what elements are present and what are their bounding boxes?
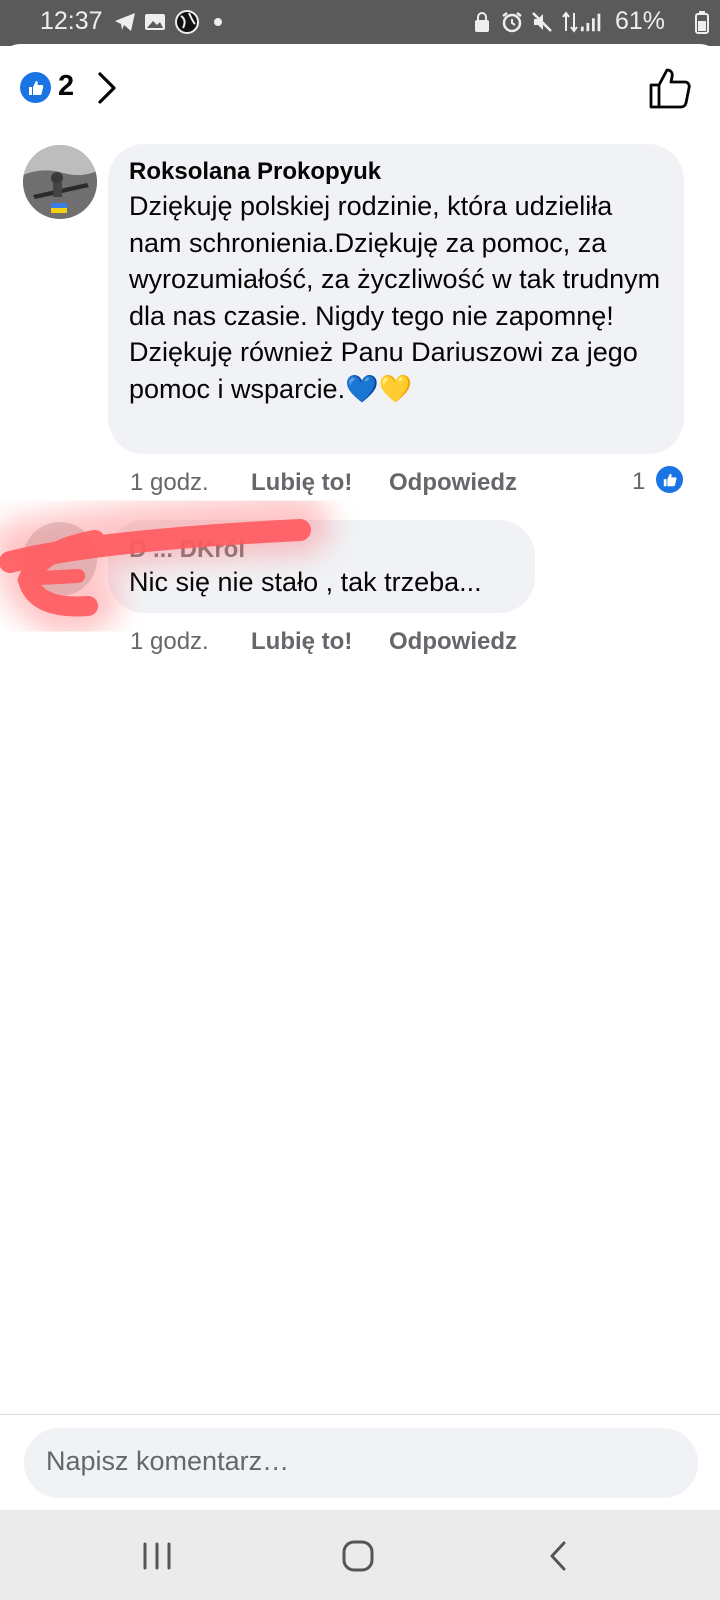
comment-input-placeholder: Napisz komentarz…: [46, 1446, 290, 1476]
reaction-count[interactable]: 2: [58, 70, 74, 103]
reactions-header: 2: [0, 44, 720, 134]
dot-icon: [206, 10, 230, 34]
data-icon: [558, 10, 582, 34]
reply-button[interactable]: Odpowiedz: [389, 628, 517, 656]
battery-percent: 61%: [615, 7, 666, 35]
status-time: 12:37: [40, 7, 103, 35]
comment-bubble: D ... DKról Nic się nie stało , tak trze…: [108, 520, 535, 613]
avatar[interactable]: [23, 145, 97, 219]
comment-input[interactable]: Napisz komentarz…: [24, 1428, 698, 1498]
comments-sheet: 2 Roksolana Prokopyuk Dziękuję polskiej …: [0, 44, 720, 1510]
avatar[interactable]: [23, 522, 97, 596]
signal-icon: [580, 10, 604, 34]
like-comment-button[interactable]: Lubię to!: [251, 469, 352, 497]
system-nav-bar: [0, 1510, 720, 1600]
lock-icon: [470, 10, 494, 34]
status-bar: 12:37 61%: [0, 0, 720, 46]
comment-bubble: Roksolana Prokopyuk Dziękuję polskiej ro…: [108, 144, 684, 454]
battery-icon: [690, 10, 714, 34]
recent-apps-icon[interactable]: [137, 1538, 177, 1574]
like-reaction-icon[interactable]: [654, 464, 685, 495]
comment-reaction-count[interactable]: 1: [632, 468, 645, 496]
telegram-icon: [113, 10, 137, 34]
comment-text: Nic się nie stało , tak trzeba...: [129, 567, 482, 597]
like-reaction-icon[interactable]: [20, 72, 51, 103]
back-icon[interactable]: [540, 1538, 580, 1574]
comment-author[interactable]: D ... DKról: [129, 536, 245, 564]
comment-time: 1 godz.: [130, 469, 209, 496]
comment-author[interactable]: Roksolana Prokopyuk: [129, 158, 381, 186]
gallery-icon: [143, 10, 167, 34]
comment-time: 1 godz.: [130, 628, 209, 655]
like-comment-button[interactable]: Lubię to!: [251, 628, 352, 656]
chevron-right-icon[interactable]: [92, 70, 122, 106]
alarm-icon: [500, 10, 524, 34]
composer-divider: [0, 1414, 720, 1415]
mute-icon: [530, 10, 554, 34]
comment-text: Dziękuję polskiej rodzinie, która udziel…: [129, 191, 661, 404]
like-post-icon[interactable]: [648, 66, 692, 110]
reply-button[interactable]: Odpowiedz: [389, 469, 517, 497]
globe-icon: [175, 10, 199, 34]
home-icon[interactable]: [338, 1538, 378, 1574]
